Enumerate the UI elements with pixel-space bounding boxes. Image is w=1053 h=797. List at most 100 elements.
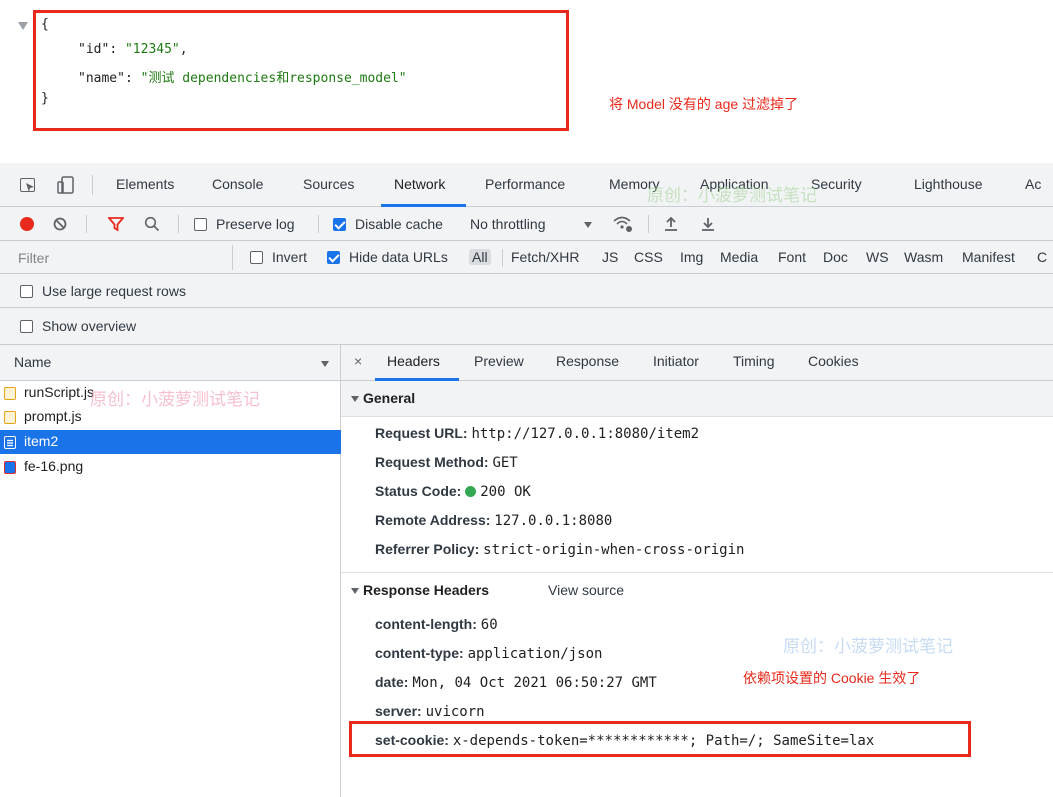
- tab-application[interactable]: Application: [700, 176, 769, 192]
- annotation-cookie-effective: 依赖项设置的 Cookie 生效了: [743, 668, 920, 688]
- header-name: Status Code:: [375, 483, 461, 499]
- disable-cache-label: Disable cache: [355, 216, 443, 232]
- devtools-panel: Elements Console Sources Network Perform…: [0, 163, 1053, 797]
- throttling-select[interactable]: No throttling: [470, 216, 545, 232]
- header-value: strict-origin-when-cross-origin: [483, 542, 744, 558]
- invert-checkbox[interactable]: [250, 251, 263, 264]
- request-name: fe-16.png: [24, 458, 83, 474]
- expand-caret-icon[interactable]: [351, 396, 359, 402]
- header-name: Request URL:: [375, 425, 468, 441]
- tab-network[interactable]: Network: [394, 176, 445, 192]
- header-name: date:: [375, 674, 408, 690]
- network-toolbar: Preserve log Disable cache No throttling: [0, 207, 1053, 241]
- record-icon[interactable]: [20, 217, 34, 231]
- request-list-header: Name: [0, 345, 341, 381]
- json-name-line: "name": "测试 dependencies和response_model": [78, 67, 407, 86]
- tab-performance[interactable]: Performance: [485, 176, 565, 192]
- tab-timing[interactable]: Timing: [733, 353, 775, 369]
- export-har-icon[interactable]: [701, 216, 715, 232]
- request-row-fe16[interactable]: fe-16.png: [0, 455, 341, 479]
- header-row: date: Mon, 04 Oct 2021 06:50:27 GMT: [375, 674, 657, 691]
- network-conditions-icon[interactable]: [612, 215, 634, 233]
- hide-data-urls-checkbox[interactable]: [327, 251, 340, 264]
- name-column-header[interactable]: Name: [14, 354, 51, 370]
- show-overview-checkbox[interactable]: [20, 320, 33, 333]
- tab-elements[interactable]: Elements: [116, 176, 174, 192]
- header-row: server: uvicorn: [375, 703, 485, 720]
- tab-headers[interactable]: Headers: [387, 353, 440, 369]
- close-detail-icon[interactable]: ×: [354, 353, 362, 369]
- json-name-value: "测试 dependencies和response_model": [141, 71, 407, 86]
- type-filter-wasm[interactable]: Wasm: [904, 249, 943, 265]
- script-file-icon: [4, 387, 16, 400]
- tab-preview[interactable]: Preview: [474, 353, 524, 369]
- tab-overflow[interactable]: Ac: [1025, 176, 1041, 192]
- tab-console[interactable]: Console: [212, 176, 263, 192]
- search-icon[interactable]: [144, 216, 160, 232]
- type-filter-ws[interactable]: WS: [866, 249, 889, 265]
- large-rows-label: Use large request rows: [42, 283, 186, 299]
- collapse-caret-icon[interactable]: [18, 22, 28, 30]
- header-name: server:: [375, 703, 422, 719]
- type-filter-all[interactable]: All: [469, 249, 491, 265]
- header-value: GET: [492, 455, 517, 471]
- filter-funnel-icon[interactable]: [108, 216, 124, 232]
- header-row: content-type: application/json: [375, 645, 602, 662]
- header-name: Request Method:: [375, 454, 489, 470]
- json-name-key: "name": [78, 71, 125, 86]
- tab-security[interactable]: Security: [811, 176, 862, 192]
- header-name: content-length:: [375, 616, 477, 632]
- header-value: 60: [481, 617, 498, 633]
- header-value: http://127.0.0.1:8080/item2: [471, 426, 699, 442]
- headers-panel: General Request URL: http://127.0.0.1:80…: [341, 381, 1053, 797]
- devtools-tab-bar: Elements Console Sources Network Perform…: [0, 163, 1053, 207]
- hide-data-urls-label: Hide data URLs: [349, 249, 448, 265]
- header-row: Status Code: 200 OK: [375, 483, 531, 500]
- view-source-link[interactable]: View source: [548, 582, 624, 598]
- type-filter-overflow[interactable]: C: [1037, 249, 1047, 265]
- watermark-detail: 原创：小菠萝测试笔记: [783, 632, 953, 657]
- tab-memory[interactable]: Memory: [609, 176, 660, 192]
- large-rows-checkbox[interactable]: [20, 285, 33, 298]
- annotation-age-filtered: 将 Model 没有的 age 过滤掉了: [609, 94, 798, 114]
- import-har-icon[interactable]: [664, 216, 678, 232]
- inspect-element-icon[interactable]: [20, 178, 35, 192]
- invert-label: Invert: [272, 249, 307, 265]
- request-row-prompt[interactable]: prompt.js: [0, 405, 341, 429]
- preserve-log-checkbox[interactable]: [194, 218, 207, 231]
- sort-chevron-icon[interactable]: [321, 361, 329, 367]
- filter-input[interactable]: Filter: [18, 250, 230, 270]
- request-row-item2[interactable]: item2: [0, 430, 341, 454]
- type-filter-media[interactable]: Media: [720, 249, 758, 265]
- chevron-down-icon[interactable]: [584, 222, 592, 228]
- type-filter-manifest[interactable]: Manifest: [962, 249, 1015, 265]
- tab-sources[interactable]: Sources: [303, 176, 354, 192]
- type-filter-js[interactable]: JS: [602, 249, 618, 265]
- tab-response[interactable]: Response: [556, 353, 619, 369]
- request-name: item2: [24, 433, 58, 449]
- header-value: 127.0.0.1:8080: [494, 513, 612, 529]
- header-value: Mon, 04 Oct 2021 06:50:27 GMT: [412, 675, 656, 691]
- header-value: application/json: [468, 646, 603, 662]
- option-show-overview: Show overview: [0, 308, 1053, 345]
- header-row: Request Method: GET: [375, 454, 518, 471]
- show-overview-label: Show overview: [42, 318, 136, 334]
- device-toolbar-icon[interactable]: [57, 176, 75, 194]
- type-filter-doc[interactable]: Doc: [823, 249, 848, 265]
- clear-icon[interactable]: [53, 217, 67, 231]
- expand-caret-icon[interactable]: [351, 588, 359, 594]
- type-filter-fetch-xhr[interactable]: Fetch/XHR: [511, 249, 579, 265]
- type-filter-img[interactable]: Img: [680, 249, 703, 265]
- request-row-runscript[interactable]: runScript.js: [0, 381, 341, 405]
- type-filter-font[interactable]: Font: [778, 249, 806, 265]
- detail-tab-bar: × Headers Preview Response Initiator Tim…: [341, 345, 1053, 381]
- general-title: General: [363, 390, 415, 406]
- tab-cookies[interactable]: Cookies: [808, 353, 859, 369]
- response-headers-section-header[interactable]: Response Headers View source: [341, 572, 1053, 608]
- type-filter-css[interactable]: CSS: [634, 249, 663, 265]
- tab-initiator[interactable]: Initiator: [653, 353, 699, 369]
- tab-lighthouse[interactable]: Lighthouse: [914, 176, 983, 192]
- disable-cache-checkbox[interactable]: [333, 218, 346, 231]
- general-section-header[interactable]: General: [341, 381, 1053, 417]
- script-file-icon: [4, 411, 16, 424]
